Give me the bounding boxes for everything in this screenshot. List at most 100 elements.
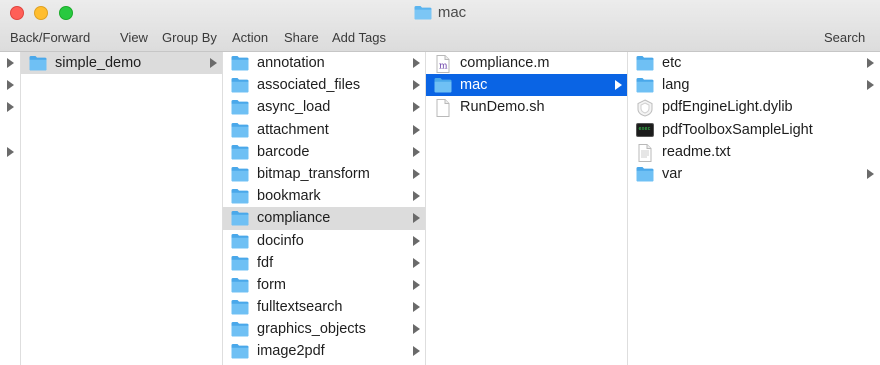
disclosure-arrow-icon [615,80,622,91]
file-name-label: mac [460,77,488,94]
file-name-label: bitmap_transform [257,165,370,182]
file-list-item[interactable]: simple_demo [21,52,222,75]
file-list-item[interactable]: image2pdf [223,340,425,362]
folder-icon [231,99,249,115]
file-list-item[interactable]: var [628,163,880,185]
disclosure-arrow-icon [413,124,420,135]
share-button[interactable]: Share [284,30,319,45]
disclosure-arrow-icon [413,346,420,357]
file-list-item[interactable]: pdfEngineLight.dylib [628,96,880,118]
disclosure-arrow-icon [7,58,14,68]
folder-icon [636,77,654,93]
file-name-label: associated_files [257,77,361,94]
file-list-item[interactable]: bitmap_transform [223,163,425,185]
folder-icon [231,299,249,315]
folder-icon [231,77,249,93]
disclosure-arrow-icon [867,58,874,68]
file-name-label: readme.txt [662,143,731,160]
disclosure-arrow-icon [413,235,420,246]
file-list-item[interactable]: barcode [223,141,425,163]
terminal-executable-icon: exec [636,122,654,138]
disclosure-arrow-icon [7,102,14,113]
title-bar: mac Back/Forward View Group By Action Sh… [0,0,880,52]
file-list-item[interactable]: lang [628,74,880,96]
folder-icon [231,210,249,226]
folder-icon [231,188,249,204]
file-name-label: attachment [257,121,329,138]
file-name-label: var [662,165,683,182]
collapsed-column-row[interactable] [0,141,20,163]
search-button[interactable]: Search [824,30,865,45]
file-list-item[interactable]: docinfo [223,230,425,252]
file-name-label: RunDemo.sh [460,99,545,116]
file-list-item[interactable]: compliance [223,207,425,230]
file-list-item[interactable]: annotation [223,52,425,74]
svg-text:exec: exec [639,126,651,132]
file-name-label: pdfEngineLight.dylib [662,99,793,116]
disclosure-arrow-icon [413,302,420,313]
browser-column [0,52,21,365]
browser-column: annotation associated_files async_loadatta… [223,52,426,365]
file-name-label: form [257,276,286,293]
file-name-label: annotation [257,55,325,71]
window-title: mac [0,4,880,21]
svg-text:m: m [439,62,448,72]
collapsed-column-row[interactable] [0,96,20,118]
disclosure-arrow-icon [210,58,217,68]
action-button[interactable]: Action [232,30,268,45]
add-tags-button[interactable]: Add Tags [332,30,386,45]
folder-icon [231,233,249,249]
document-icon [434,99,452,118]
group-by-button[interactable]: Group By [162,30,217,45]
text-document-icon [636,143,654,162]
file-list-item[interactable]: fdf [223,252,425,274]
file-name-label: compliance.m [460,55,550,71]
file-list-item[interactable]: bookmark [223,185,425,207]
folder-icon [231,255,249,271]
folder-icon [636,55,654,71]
folder-icon [231,277,249,293]
file-name-label: image2pdf [257,343,325,360]
folder-icon [434,77,452,93]
disclosure-arrow-icon [413,58,420,68]
file-list-item[interactable]: readme.txt [628,141,880,163]
folder-icon [231,166,249,182]
file-name-label: barcode [257,143,310,160]
file-list-item[interactable]: async_load [223,96,425,118]
folder-icon [636,166,654,182]
disclosure-arrow-icon [413,213,420,224]
disclosure-arrow-icon [413,257,420,268]
file-list-item[interactable]: form [223,274,425,296]
disclosure-arrow-icon [413,146,420,157]
collapsed-column-row[interactable] [0,119,20,141]
folder-icon [231,144,249,160]
file-name-label: pdfToolboxSampleLight [662,121,813,138]
collapsed-column-row[interactable] [0,52,20,74]
finder-window: mac Back/Forward View Group By Action Sh… [0,0,880,365]
file-list-item[interactable]: etc [628,52,880,74]
disclosure-arrow-icon [867,80,874,91]
folder-icon [231,122,249,138]
disclosure-arrow-icon [413,102,420,113]
file-name-label: bookmark [257,188,321,205]
toolbar: Back/Forward View Group By Action Share … [0,28,880,48]
disclosure-arrow-icon [413,279,420,290]
file-list-item[interactable]: attachment [223,119,425,141]
library-icon [636,99,654,117]
disclosure-arrow-icon [7,146,14,157]
file-list-item[interactable]: associated_files [223,74,425,96]
browser-column: simple_demo [21,52,223,365]
file-list-item[interactable]: RunDemo.sh [426,96,627,118]
file-list-item[interactable]: fulltextsearch [223,296,425,318]
view-button[interactable]: View [120,30,148,45]
collapsed-column-row[interactable] [0,74,20,96]
file-list-item[interactable]: mac [426,74,627,97]
file-list-item[interactable]: m compliance.m [426,52,627,74]
objc-file-icon: m [434,55,452,73]
file-name-label: async_load [257,99,331,116]
disclosure-arrow-icon [867,168,874,179]
back-forward-button[interactable]: Back/Forward [10,30,90,45]
file-list-item[interactable]: exec pdfToolboxSampleLight [628,119,880,141]
file-name-label: fulltextsearch [257,299,343,316]
file-list-item[interactable]: graphics_objects [223,318,425,340]
